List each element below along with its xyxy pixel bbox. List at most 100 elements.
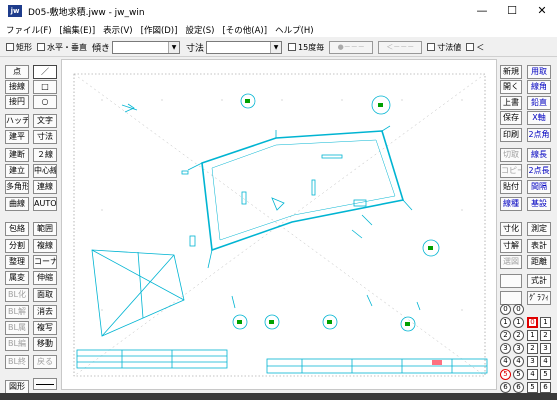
tool-double-line[interactable]: ２線 [33, 148, 57, 162]
tool-undo[interactable]: 戻る [33, 355, 57, 369]
layer-2b[interactable]: 3 [540, 343, 551, 354]
tool-tangent-circle[interactable]: 接円 [5, 95, 29, 109]
drawing-svg[interactable] [62, 60, 498, 391]
dim-combo[interactable]: ▼ [206, 40, 283, 54]
tool-copy[interactable]: 複写 [33, 321, 57, 335]
tool-block-attr[interactable]: BL属 [5, 321, 29, 335]
tool-print[interactable]: 印刷 [500, 128, 522, 142]
tool-plan[interactable]: 建平 [5, 130, 29, 144]
layer-4[interactable]: 4 [527, 369, 538, 380]
menu-help[interactable]: ヘルプ(H) [275, 24, 314, 36]
tool-section[interactable]: 建断 [5, 148, 29, 162]
tool-graph[interactable]: ｸﾞﾗﾌｨ [527, 291, 551, 305]
layer-1[interactable]: 1 [527, 330, 538, 341]
layer-5b[interactable]: 6 [540, 382, 551, 393]
layer-0[interactable]: 0 [527, 317, 538, 328]
tool-interval[interactable]: 間隔 [527, 180, 551, 194]
tool-distance[interactable]: 距離 [527, 255, 551, 269]
tool-open[interactable]: 開く [500, 80, 522, 94]
direction-button[interactable]: ＜－－－ [378, 40, 423, 54]
tool-tangent[interactable]: 接線 [5, 80, 29, 94]
menu-view[interactable]: 表示(V) [103, 24, 132, 36]
tool-table-calc[interactable]: 表計 [527, 239, 551, 253]
tool-block-edit[interactable]: BL編 [5, 337, 29, 351]
dimval-checkbox[interactable]: 寸法値 [427, 42, 461, 53]
tool-continuous-line[interactable]: 連線 [33, 180, 57, 194]
tool-line-angle[interactable]: 線角 [527, 80, 551, 94]
tool-line[interactable]: ／ [33, 65, 57, 79]
layer-group-5[interactable]: 5 [500, 369, 511, 380]
tool-formula[interactable]: 式計 [527, 274, 551, 288]
layer-group-0b[interactable]: 0 [513, 304, 524, 315]
tool-point[interactable]: 点 [5, 65, 29, 79]
tool-figure[interactable]: 図形 [5, 380, 29, 394]
tool-line-length[interactable]: 線長 [527, 148, 551, 162]
layer-0b[interactable]: 1 [540, 317, 551, 328]
layer-group-2b[interactable]: 2 [513, 330, 524, 341]
tool-attr-change[interactable]: 属変 [5, 271, 29, 285]
line-type-preview[interactable] [33, 378, 57, 390]
layer-1b[interactable]: 2 [540, 330, 551, 341]
tool-erase[interactable]: 消去 [33, 305, 57, 319]
tool-cut[interactable]: 切取 [500, 148, 522, 162]
layer-5[interactable]: 5 [527, 382, 538, 393]
tool-x-axis[interactable]: X軸 [527, 111, 551, 125]
tool-new[interactable]: 新規 [500, 65, 522, 79]
layer-group-4b[interactable]: 4 [513, 356, 524, 367]
menu-settings[interactable]: 設定(S) [185, 24, 214, 36]
tool-dimension[interactable]: 寸法 [33, 130, 57, 144]
tool-parallel[interactable]: 複線 [33, 239, 57, 253]
tool-block-explode[interactable]: BL解 [5, 305, 29, 319]
tool-extract[interactable]: 用取 [527, 65, 551, 79]
layer-3b[interactable]: 4 [540, 356, 551, 367]
tool-auto[interactable]: AUTO [33, 197, 57, 211]
slope-combo[interactable]: ▼ [112, 40, 181, 54]
menu-other[interactable]: [その他(A)] [222, 24, 267, 36]
tool-circle[interactable]: ○ [33, 95, 57, 109]
tool-two-point-length[interactable]: 2点長 [527, 164, 551, 178]
maximize-button[interactable]: ☐ [497, 0, 527, 22]
tool-dim-make[interactable]: 寸化 [500, 222, 522, 236]
tool-text[interactable]: 文字 [33, 114, 57, 128]
menu-draw[interactable]: [作図(D)] [141, 24, 178, 36]
tool-divide[interactable]: 分割 [5, 239, 29, 253]
close-button[interactable]: ✕ [527, 0, 557, 22]
layer-group-4[interactable]: 4 [500, 356, 511, 367]
layer-group-1b[interactable]: 1 [513, 317, 524, 328]
tool-block-end[interactable]: BL終 [5, 355, 29, 369]
hv-checkbox[interactable]: 水平・垂直 [37, 42, 87, 53]
tool-select-figure[interactable]: 選図 [500, 255, 522, 269]
layer-group-6[interactable]: 6 [500, 382, 511, 393]
survey-polygon[interactable] [91, 249, 185, 337]
menu-edit[interactable]: [編集(E)] [60, 24, 96, 36]
tool-save[interactable]: 保存 [500, 111, 522, 125]
tool-envelope[interactable]: 包絡 [5, 222, 29, 236]
point-mode-button[interactable]: ●－－－ [329, 40, 374, 54]
layer-group-1[interactable]: 1 [500, 317, 511, 328]
tool-centerline[interactable]: 中心線 [33, 164, 57, 178]
layer-4b[interactable]: 5 [540, 369, 551, 380]
lt-checkbox[interactable]: ＜ [466, 42, 484, 53]
tool-move[interactable]: 移動 [33, 337, 57, 351]
minimize-button[interactable]: — [467, 0, 497, 22]
tool-blank-2[interactable] [500, 291, 522, 305]
layer-3[interactable]: 3 [527, 356, 538, 367]
rect-checkbox[interactable]: 矩形 [6, 42, 32, 53]
tool-vertical[interactable]: 鉛直 [527, 96, 551, 110]
tool-line-type[interactable]: 線種 [500, 197, 522, 211]
tool-corner[interactable]: コーナー [33, 255, 57, 269]
layer-group-3b[interactable]: 3 [513, 343, 524, 354]
tool-cleanup[interactable]: 整理 [5, 255, 29, 269]
tool-overwrite[interactable]: 上書 [500, 96, 522, 110]
drawing-canvas[interactable] [61, 59, 497, 390]
tool-polygon[interactable]: 多角形 [5, 180, 29, 194]
layer-group-2[interactable]: 2 [500, 330, 511, 341]
tool-dim-explode[interactable]: 寸解 [500, 239, 522, 253]
tool-stretch[interactable]: 伸縮 [33, 271, 57, 285]
tool-copy-clip[interactable]: コピー [500, 164, 522, 178]
tool-range[interactable]: 範囲 [33, 222, 57, 236]
tool-base-set[interactable]: 基設 [527, 197, 551, 211]
menu-file[interactable]: ファイル(F) [6, 24, 52, 36]
layer-group-5b[interactable]: 5 [513, 369, 524, 380]
layer-2[interactable]: 2 [527, 343, 538, 354]
